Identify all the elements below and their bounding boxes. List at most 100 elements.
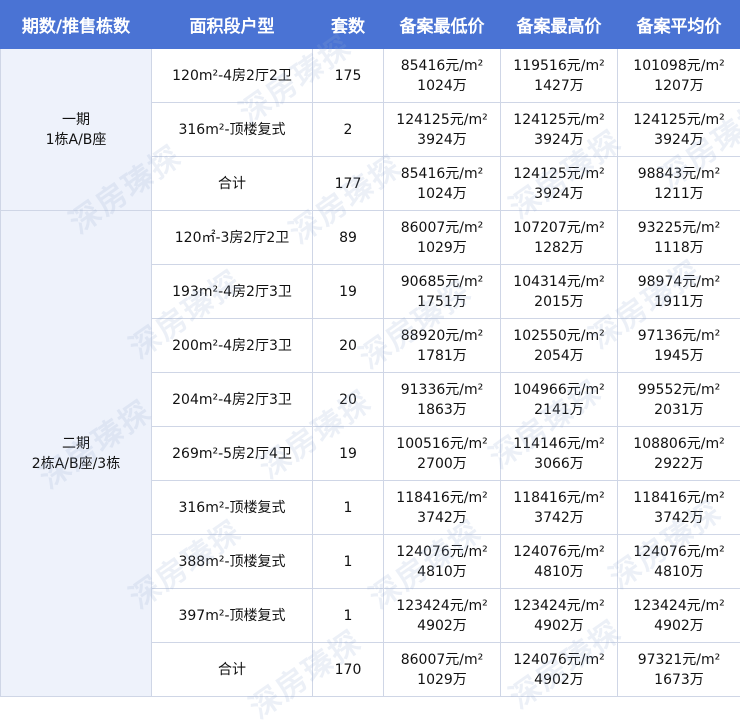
price-total: 4810万 — [384, 562, 500, 582]
phase-buildings: 2栋A/B座/3栋 — [1, 454, 151, 474]
unit-type-cell: 200m²-4房2厅3卫 — [152, 319, 313, 373]
avg-price-cell: 123424元/m²4902万 — [618, 589, 740, 643]
min-price-cell: 85416元/m²1024万 — [384, 157, 501, 211]
price-unit: 98974元/m² — [618, 272, 740, 292]
header-unit-type: 面积段户型 — [152, 1, 313, 49]
avg-price-cell: 93225元/m²1118万 — [618, 211, 740, 265]
avg-price-cell: 99552元/m²2031万 — [618, 373, 740, 427]
count-cell: 170 — [313, 643, 384, 697]
min-price-cell: 86007元/m²1029万 — [384, 643, 501, 697]
count-cell: 19 — [313, 265, 384, 319]
price-unit: 86007元/m² — [384, 218, 500, 238]
price-unit: 98843元/m² — [618, 164, 740, 184]
price-unit: 107207元/m² — [501, 218, 617, 238]
min-price-cell: 90685元/m²1751万 — [384, 265, 501, 319]
unit-type-cell: 120m²-4房2厅2卫 — [152, 49, 313, 103]
price-total: 2141万 — [501, 400, 617, 420]
price-total: 2015万 — [501, 292, 617, 312]
header-max-price: 备案最高价 — [501, 1, 618, 49]
price-total: 1751万 — [384, 292, 500, 312]
count-cell: 19 — [313, 427, 384, 481]
price-total: 1781万 — [384, 346, 500, 366]
max-price-cell: 102550元/m²2054万 — [501, 319, 618, 373]
max-price-cell: 124125元/m²3924万 — [501, 103, 618, 157]
min-price-cell: 85416元/m²1024万 — [384, 49, 501, 103]
price-unit: 114146元/m² — [501, 434, 617, 454]
price-unit: 124076元/m² — [501, 542, 617, 562]
avg-price-cell: 97136元/m²1945万 — [618, 319, 740, 373]
unit-type-cell: 120㎡-3房2厅2卫 — [152, 211, 313, 265]
unit-type-cell: 388m²-顶楼复式 — [152, 535, 313, 589]
price-total: 2054万 — [501, 346, 617, 366]
price-unit: 88920元/m² — [384, 326, 500, 346]
price-total: 3924万 — [501, 130, 617, 150]
min-price-cell: 91336元/m²1863万 — [384, 373, 501, 427]
price-total: 3742万 — [501, 508, 617, 528]
unit-type-cell: 316m²-顶楼复式 — [152, 481, 313, 535]
max-price-cell: 118416元/m²3742万 — [501, 481, 618, 535]
min-price-cell: 123424元/m²4902万 — [384, 589, 501, 643]
max-price-cell: 104966元/m²2141万 — [501, 373, 618, 427]
phase2-cell: 二期2栋A/B座/3栋 — [1, 211, 152, 697]
max-price-cell: 107207元/m²1282万 — [501, 211, 618, 265]
max-price-cell: 124076元/m²4902万 — [501, 643, 618, 697]
price-unit: 104314元/m² — [501, 272, 617, 292]
price-total: 3066万 — [501, 454, 617, 474]
price-total: 4810万 — [501, 562, 617, 582]
avg-price-cell: 98843元/m²1211万 — [618, 157, 740, 211]
phase-name: 一期 — [1, 110, 151, 130]
count-cell: 2 — [313, 103, 384, 157]
price-total: 1863万 — [384, 400, 500, 420]
table-row: 二期2栋A/B座/3栋120㎡-3房2厅2卫8986007元/m²1029万10… — [1, 211, 740, 265]
price-total: 3924万 — [618, 130, 740, 150]
price-unit: 97136元/m² — [618, 326, 740, 346]
unit-type-cell: 合计 — [152, 157, 313, 211]
count-cell: 1 — [313, 589, 384, 643]
price-unit: 123424元/m² — [501, 596, 617, 616]
count-cell: 1 — [313, 535, 384, 589]
price-unit: 124125元/m² — [501, 110, 617, 130]
avg-price-cell: 124125元/m²3924万 — [618, 103, 740, 157]
price-total: 1207万 — [618, 76, 740, 96]
header-min-price: 备案最低价 — [384, 1, 501, 49]
min-price-cell: 124076元/m²4810万 — [384, 535, 501, 589]
price-unit: 93225元/m² — [618, 218, 740, 238]
price-unit: 118416元/m² — [384, 488, 500, 508]
header-phase: 期数/推售栋数 — [1, 1, 152, 49]
min-price-cell: 86007元/m²1029万 — [384, 211, 501, 265]
price-unit: 119516元/m² — [501, 56, 617, 76]
price-total: 1673万 — [618, 670, 740, 690]
price-unit: 124076元/m² — [501, 650, 617, 670]
header-count: 套数 — [313, 1, 384, 49]
price-unit: 118416元/m² — [501, 488, 617, 508]
price-total: 1029万 — [384, 238, 500, 258]
price-unit: 85416元/m² — [384, 164, 500, 184]
price-unit: 101098元/m² — [618, 56, 740, 76]
price-unit: 99552元/m² — [618, 380, 740, 400]
price-unit: 123424元/m² — [618, 596, 740, 616]
avg-price-cell: 108806元/m²2922万 — [618, 427, 740, 481]
price-unit: 90685元/m² — [384, 272, 500, 292]
max-price-cell: 124125元/m²3924万 — [501, 157, 618, 211]
price-total: 4902万 — [618, 616, 740, 636]
price-unit: 97321元/m² — [618, 650, 740, 670]
count-cell: 20 — [313, 319, 384, 373]
max-price-cell: 114146元/m²3066万 — [501, 427, 618, 481]
price-total: 1911万 — [618, 292, 740, 312]
count-cell: 1 — [313, 481, 384, 535]
price-unit: 124076元/m² — [384, 542, 500, 562]
price-unit: 124076元/m² — [618, 542, 740, 562]
count-cell: 20 — [313, 373, 384, 427]
price-total: 1118万 — [618, 238, 740, 258]
header-row: 期数/推售栋数 面积段户型 套数 备案最低价 备案最高价 备案平均价 — [1, 1, 740, 49]
min-price-cell: 118416元/m²3742万 — [384, 481, 501, 535]
unit-type-cell: 397m²-顶楼复式 — [152, 589, 313, 643]
avg-price-cell: 97321元/m²1673万 — [618, 643, 740, 697]
unit-type-cell: 合计 — [152, 643, 313, 697]
max-price-cell: 123424元/m²4902万 — [501, 589, 618, 643]
max-price-cell: 104314元/m²2015万 — [501, 265, 618, 319]
price-total: 1945万 — [618, 346, 740, 366]
price-total: 3742万 — [618, 508, 740, 528]
price-total: 3924万 — [384, 130, 500, 150]
max-price-cell: 124076元/m²4810万 — [501, 535, 618, 589]
